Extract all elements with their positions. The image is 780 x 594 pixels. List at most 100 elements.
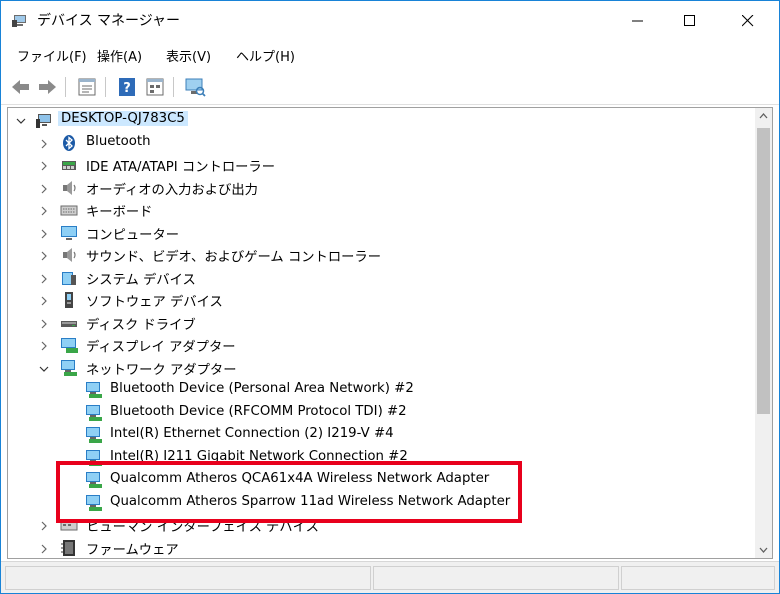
window-title: デバイス マネージャー: [37, 13, 181, 29]
toolbar-separator: [173, 77, 174, 97]
tree-child-bt-rfcomm[interactable]: Bluetooth Device (RFCOMM Protocol TDI) #…: [8, 402, 758, 424]
tree-child-label: Qualcomm Atheros Sparrow 11ad Wireless N…: [110, 494, 511, 509]
chevron-right-icon[interactable]: [39, 295, 49, 306]
view-icon[interactable]: [143, 76, 167, 98]
toolbar-separator: [105, 77, 106, 97]
tree-item-bluetooth[interactable]: Bluetooth: [8, 132, 758, 154]
title-bar[interactable]: デバイス マネージャー: [1, 1, 779, 39]
tree-item-keyboard[interactable]: キーボード: [8, 199, 758, 221]
chevron-right-icon[interactable]: [39, 340, 49, 351]
tree-item-sound-video[interactable]: サウンド、ビデオ、およびゲーム コントローラー: [8, 244, 758, 266]
device-manager-window: デバイス マネージャー ファイル(F) 操作(A) 表示(V) ヘルプ(H) ?: [0, 0, 780, 594]
system-device-icon: [60, 269, 78, 287]
tree-child-intel-i219[interactable]: Intel(R) Ethernet Connection (2) I219-V …: [8, 424, 758, 446]
bluetooth-icon: [60, 134, 78, 152]
menu-file[interactable]: ファイル(F): [17, 46, 87, 65]
display-adapter-icon: [60, 336, 78, 354]
tree-item-system-devices[interactable]: システム デバイス: [8, 267, 758, 289]
tree-item-label: コンピューター: [86, 228, 180, 243]
tree-item-label: Bluetooth: [86, 134, 151, 149]
tree-item-hid[interactable]: ヒューマン インターフェイス デバイス: [8, 514, 758, 536]
tree-item-display-adapters[interactable]: ディスプレイ アダプター: [8, 334, 758, 356]
tree-child-intel-i211[interactable]: Intel(R) I211 Gigabit Network Connection…: [8, 447, 758, 469]
tree-child-label: Intel(R) I211 Gigabit Network Connection…: [110, 449, 408, 464]
menu-action[interactable]: 操作(A): [97, 46, 142, 65]
scroll-down-arrow-icon[interactable]: [755, 541, 772, 558]
tree-item-label: ソフトウェア デバイス: [86, 295, 223, 310]
network-adapter-icon: [60, 359, 78, 377]
scrollbar-thumb[interactable]: [757, 128, 770, 414]
chevron-down-icon[interactable]: [16, 115, 26, 125]
chevron-right-icon[interactable]: [39, 228, 49, 239]
chevron-right-icon[interactable]: [39, 160, 49, 171]
scan-hardware-icon[interactable]: [183, 76, 207, 98]
chevron-right-icon[interactable]: [39, 183, 49, 194]
tree-child-sparrow-11ad[interactable]: Qualcomm Atheros Sparrow 11ad Wireless N…: [8, 492, 758, 514]
tree-item-label: システム デバイス: [86, 273, 196, 288]
disk-drive-icon: [60, 314, 78, 332]
properties-icon[interactable]: [75, 76, 99, 98]
toolbar: ?: [1, 69, 779, 105]
tree-child-label: Bluetooth Device (Personal Area Network)…: [110, 381, 414, 396]
speaker-icon: [60, 179, 78, 197]
firmware-icon: [60, 539, 78, 557]
device-tree[interactable]: DESKTOP-QJ783C5 Bluetooth IDE ATA/ATAPI …: [7, 107, 773, 559]
device-manager-app-icon: [11, 11, 29, 29]
tree-child-bt-pan[interactable]: Bluetooth Device (Personal Area Network)…: [8, 379, 758, 401]
menu-view[interactable]: 表示(V): [166, 46, 211, 65]
tree-item-label: ファームウェア: [86, 543, 179, 558]
tree-child-label: Bluetooth Device (RFCOMM Protocol TDI) #…: [110, 404, 407, 419]
hid-icon: [60, 516, 78, 534]
toolbar-separator: [65, 77, 66, 97]
speaker-icon: [60, 246, 78, 264]
chevron-right-icon[interactable]: [39, 250, 49, 261]
tree-item-label: ディスプレイ アダプター: [86, 340, 236, 355]
tree-item-label: ヒューマン インターフェイス デバイス: [86, 520, 319, 535]
back-arrow-icon[interactable]: [9, 76, 33, 98]
tree-item-firmware[interactable]: ファームウェア: [8, 537, 758, 558]
network-adapter-icon: [85, 449, 103, 467]
chevron-right-icon[interactable]: [39, 318, 49, 329]
tree-child-label: Intel(R) Ethernet Connection (2) I219-V …: [110, 426, 394, 441]
chevron-down-icon[interactable]: [39, 363, 49, 373]
forward-arrow-icon[interactable]: [35, 76, 59, 98]
tree-child-qca61x4a[interactable]: Qualcomm Atheros QCA61x4A Wireless Netwo…: [8, 469, 758, 491]
scroll-up-arrow-icon[interactable]: [755, 108, 772, 125]
help-icon[interactable]: ?: [115, 76, 139, 98]
chevron-right-icon[interactable]: [39, 138, 49, 149]
maximize-button[interactable]: [667, 1, 713, 39]
svg-text:?: ?: [123, 81, 131, 96]
tree-item-label: IDE ATA/ATAPI コントローラー: [86, 160, 276, 175]
close-button[interactable]: [725, 1, 771, 39]
chevron-right-icon[interactable]: [39, 543, 49, 554]
monitor-icon: [60, 224, 78, 242]
tree-item-label: ネットワーク アダプター: [86, 363, 237, 378]
network-adapter-icon: [85, 494, 103, 512]
status-pane: [621, 566, 775, 590]
tree-item-computer[interactable]: コンピューター: [8, 222, 758, 244]
vertical-scrollbar[interactable]: [755, 108, 772, 558]
tree-root-label: DESKTOP-QJ783C5: [58, 111, 188, 126]
minimize-button[interactable]: [615, 1, 661, 39]
tree-item-software-devices[interactable]: ソフトウェア デバイス: [8, 289, 758, 311]
tree-root[interactable]: DESKTOP-QJ783C5: [8, 109, 758, 131]
software-device-icon: [60, 291, 78, 309]
network-adapter-icon: [85, 426, 103, 444]
chevron-right-icon[interactable]: [39, 520, 49, 531]
chevron-right-icon[interactable]: [39, 205, 49, 216]
keyboard-icon: [60, 201, 78, 219]
network-adapter-icon: [85, 404, 103, 422]
tree-item-disk-drives[interactable]: ディスク ドライブ: [8, 312, 758, 334]
computer-icon: [35, 111, 53, 129]
tree-item-label: オーディオの入力および出力: [86, 183, 258, 198]
tree-item-audio-io[interactable]: オーディオの入力および出力: [8, 177, 758, 199]
tree-item-label: キーボード: [86, 205, 153, 220]
status-pane: [5, 566, 371, 590]
tree-item-network-adapters[interactable]: ネットワーク アダプター: [8, 357, 758, 379]
menu-help[interactable]: ヘルプ(H): [236, 46, 295, 65]
tree-child-label: Qualcomm Atheros QCA61x4A Wireless Netwo…: [110, 471, 490, 486]
chevron-right-icon[interactable]: [39, 273, 49, 284]
tree-item-ide[interactable]: IDE ATA/ATAPI コントローラー: [8, 154, 758, 176]
network-adapter-icon: [85, 381, 103, 399]
menu-bar: ファイル(F) 操作(A) 表示(V) ヘルプ(H): [1, 41, 779, 67]
